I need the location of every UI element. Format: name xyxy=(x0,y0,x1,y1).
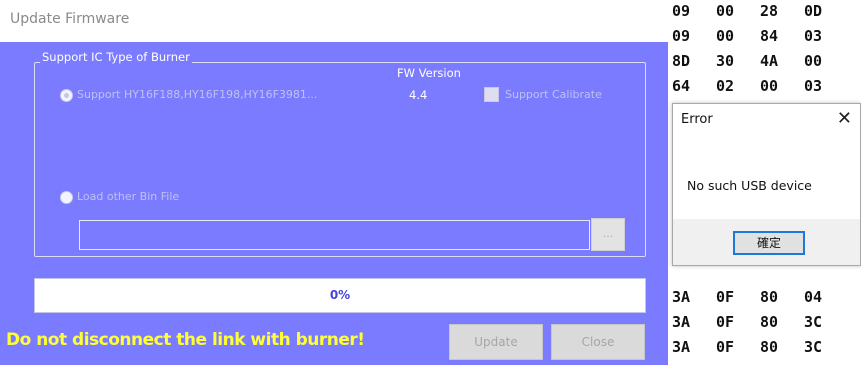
error-title: Error xyxy=(681,112,713,127)
support-ic-radio[interactable] xyxy=(60,89,73,102)
hex-byte: 0D xyxy=(804,2,823,20)
window-title: Update Firmware xyxy=(10,11,130,27)
hex-byte: 09 xyxy=(672,27,691,45)
hex-byte: 3A xyxy=(672,338,691,356)
support-calibrate-label: Support Calibrate xyxy=(505,88,602,101)
error-dialog: Error ✕ No such USB device 確定 xyxy=(672,103,861,266)
hex-byte: 02 xyxy=(716,77,735,95)
fw-version-value: 4.4 xyxy=(409,88,428,102)
hex-byte: 4A xyxy=(760,52,779,70)
bin-file-path-input[interactable] xyxy=(79,220,590,250)
radio-selected-dot xyxy=(64,93,69,98)
hex-byte: 3A xyxy=(672,313,691,331)
hex-byte: 30 xyxy=(716,52,735,70)
window-titlebar: Update Firmware xyxy=(0,0,668,42)
hex-byte: 28 xyxy=(760,2,779,20)
hex-byte: 3C xyxy=(804,313,823,331)
hex-byte: 00 xyxy=(760,77,779,95)
ok-button[interactable]: 確定 xyxy=(733,231,805,255)
hex-byte: 0F xyxy=(716,288,735,306)
hex-byte: 80 xyxy=(760,288,779,306)
hex-byte: 80 xyxy=(760,338,779,356)
progress-text: 0% xyxy=(329,288,351,302)
load-bin-label: Load other Bin File xyxy=(77,190,180,203)
hex-byte: 80 xyxy=(760,313,779,331)
error-footer: 確定 xyxy=(673,219,860,265)
hex-byte: 3C xyxy=(804,338,823,356)
hex-byte: 8D xyxy=(672,52,691,70)
hex-byte: 00 xyxy=(804,52,823,70)
load-bin-radio[interactable] xyxy=(60,191,73,204)
progress-bar: 0% xyxy=(34,278,646,313)
hex-byte: 0F xyxy=(716,313,735,331)
support-calibrate-checkbox[interactable] xyxy=(484,87,499,102)
hex-byte: 0F xyxy=(716,338,735,356)
hex-byte: 03 xyxy=(804,77,823,95)
update-firmware-window: Update Firmware Support IC Type of Burne… xyxy=(0,0,668,365)
hex-byte: 00 xyxy=(716,27,735,45)
browse-button[interactable]: ... xyxy=(591,218,625,251)
error-message: No such USB device xyxy=(687,178,812,193)
support-ic-label: Support HY16F188,HY16F198,HY16F3981... xyxy=(77,88,318,101)
hex-byte: 00 xyxy=(716,2,735,20)
hex-byte: 84 xyxy=(760,27,779,45)
group-title: Support IC Type of Burner xyxy=(40,50,192,64)
hex-byte: 3A xyxy=(672,288,691,306)
update-button[interactable]: Update xyxy=(449,324,543,360)
hex-byte: 03 xyxy=(804,27,823,45)
close-icon[interactable]: ✕ xyxy=(837,108,852,129)
disconnect-warning: Do not disconnect the link with burner! xyxy=(6,330,365,350)
fw-version-label: FW Version xyxy=(397,66,461,80)
close-button[interactable]: Close xyxy=(551,324,645,360)
hex-byte: 09 xyxy=(672,2,691,20)
hex-byte: 04 xyxy=(804,288,823,306)
hex-byte: 64 xyxy=(672,77,691,95)
